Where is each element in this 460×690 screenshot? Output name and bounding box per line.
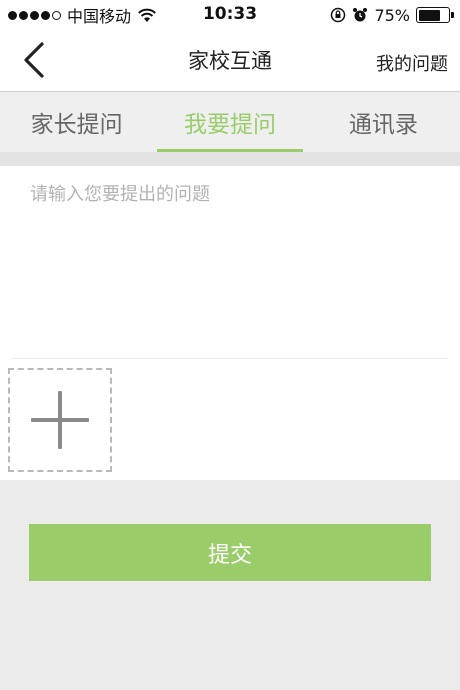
tab-label: 通讯录 — [348, 112, 418, 138]
tab-label: 家长提问 — [30, 112, 123, 138]
my-questions-button[interactable]: 我的问题 — [376, 50, 448, 76]
screen: 中国移动 10:33 75% 家校互通 我的问题 家长提问 我要提问 通讯录 请… — [0, 0, 460, 690]
battery-icon — [416, 7, 454, 23]
plus-icon — [31, 391, 89, 449]
battery-fill — [418, 9, 441, 21]
tab-ask-question[interactable]: 我要提问 — [153, 92, 306, 152]
orientation-lock-icon — [331, 7, 346, 23]
add-image-button[interactable] — [8, 368, 112, 472]
tab-label: 我要提问 — [183, 112, 276, 138]
tab-contacts[interactable]: 通讯录 — [307, 92, 460, 152]
plus-icon-vertical — [58, 391, 62, 449]
submit-button[interactable]: 提交 — [29, 524, 431, 581]
nav-bar: 家校互通 我的问题 — [0, 30, 460, 92]
status-right: 75% — [330, 5, 454, 25]
section-separator — [0, 152, 460, 166]
question-input[interactable] — [20, 176, 440, 346]
tab-bar: 家长提问 我要提问 通讯录 — [0, 92, 460, 152]
question-panel — [0, 166, 460, 480]
submit-label: 提交 — [207, 542, 252, 568]
tab-parent-questions[interactable]: 家长提问 — [0, 92, 153, 152]
battery-percent: 75% — [374, 5, 410, 25]
alarm-icon — [353, 8, 368, 22]
divider — [12, 358, 448, 359]
status-bar: 中国移动 10:33 75% — [0, 0, 460, 30]
